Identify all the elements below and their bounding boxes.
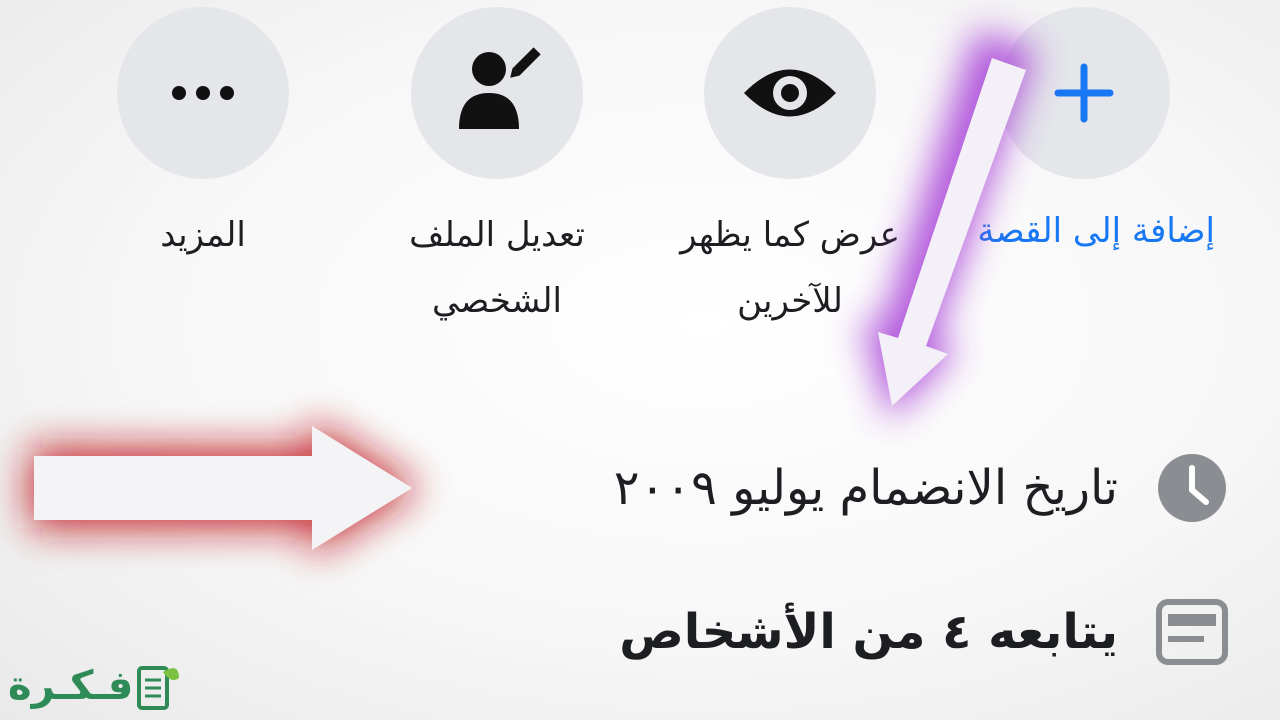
more-label: المزيد (160, 215, 246, 255)
clock-icon (1154, 450, 1230, 526)
edit-profile-label-line1: تعديل الملف (409, 215, 585, 255)
followers-row[interactable]: يتابعه ٤ من الأشخاص (619, 594, 1230, 670)
followers-text: يتابعه ٤ من الأشخاص (619, 604, 1118, 660)
logo-text: فـكـرة (8, 663, 134, 709)
more-button[interactable] (117, 7, 289, 179)
edit-profile-button[interactable] (411, 7, 583, 179)
edit-user-icon (459, 47, 541, 129)
site-logo: فـكـرة (8, 658, 183, 714)
edit-profile-label-line2: الشخصي (432, 281, 562, 321)
book-leaf-icon (137, 666, 180, 710)
more-dots-icon (172, 86, 234, 100)
purple-arrow-annotation (860, 30, 1036, 420)
followers-icon (1154, 594, 1230, 670)
red-arrow-annotation (30, 420, 420, 556)
